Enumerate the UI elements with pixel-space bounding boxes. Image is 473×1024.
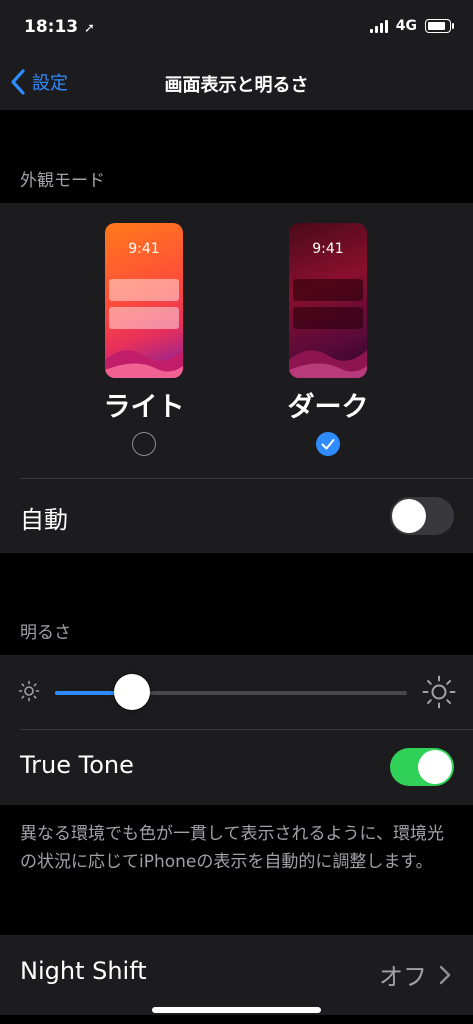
status-indicators: 4G bbox=[369, 18, 454, 34]
true-tone-description: 異なる環境でも色が一貫して表示されるように、環境光の状況に応じてiPhoneの表… bbox=[20, 824, 444, 872]
night-shift-value: オフ bbox=[379, 963, 427, 991]
dark-preview-wallpaper-wave bbox=[289, 350, 367, 378]
chevron-right-icon bbox=[439, 965, 451, 984]
toggle-knob bbox=[418, 750, 452, 784]
appearance-section-header: 外観モード bbox=[20, 171, 105, 191]
night-shift-label: Night Shift bbox=[20, 957, 147, 985]
light-preview-notification bbox=[109, 279, 179, 301]
dark-mode-radio[interactable] bbox=[316, 432, 340, 456]
toggle-knob bbox=[392, 499, 426, 533]
checkmark-icon bbox=[321, 439, 335, 450]
dark-preview-notification bbox=[293, 307, 363, 329]
light-mode-preview[interactable]: 9:41 bbox=[105, 223, 183, 378]
light-preview-wallpaper-wave bbox=[105, 350, 183, 378]
divider bbox=[20, 478, 473, 479]
appearance-group: 9:41 ライト 9:41 ダーク 自動 bbox=[0, 203, 473, 553]
true-tone-label: True Tone bbox=[20, 751, 134, 779]
light-mode-radio[interactable] bbox=[132, 432, 156, 456]
location-arrow-icon: ➚ bbox=[84, 21, 95, 36]
sun-small-icon bbox=[18, 680, 40, 702]
cellular-signal-icon bbox=[369, 19, 388, 33]
brightness-slider-track[interactable] bbox=[55, 691, 407, 695]
brightness-group: True Tone bbox=[0, 655, 473, 805]
dark-mode-label[interactable]: ダーク bbox=[248, 385, 408, 424]
page-title: 画面表示と明るさ bbox=[164, 75, 309, 96]
true-tone-toggle[interactable] bbox=[390, 748, 454, 786]
divider bbox=[20, 729, 473, 730]
status-time: 18:13 ➚ bbox=[24, 17, 95, 37]
dark-preview-time: 9:41 bbox=[312, 241, 344, 257]
light-mode-label[interactable]: ライト bbox=[64, 385, 224, 424]
light-preview-notification bbox=[109, 307, 179, 329]
dark-preview-notification bbox=[293, 279, 363, 301]
network-type: 4G bbox=[395, 18, 417, 34]
battery-level bbox=[428, 22, 445, 30]
home-indicator bbox=[152, 1007, 321, 1013]
dark-mode-preview[interactable]: 9:41 bbox=[289, 223, 367, 378]
battery-icon bbox=[425, 19, 454, 33]
status-bar: 18:13 ➚ 4G bbox=[0, 0, 473, 58]
brightness-section-header: 明るさ bbox=[20, 623, 71, 643]
night-shift-row[interactable]: Night Shift オフ bbox=[0, 935, 473, 1015]
navigation-bar: 設定 画面表示と明るさ bbox=[0, 58, 473, 110]
sun-large-icon bbox=[422, 675, 456, 709]
auto-toggle[interactable] bbox=[390, 497, 454, 535]
light-preview-time: 9:41 bbox=[128, 241, 160, 257]
auto-label: 自動 bbox=[20, 506, 68, 534]
night-shift-value-group: オフ bbox=[379, 957, 451, 992]
